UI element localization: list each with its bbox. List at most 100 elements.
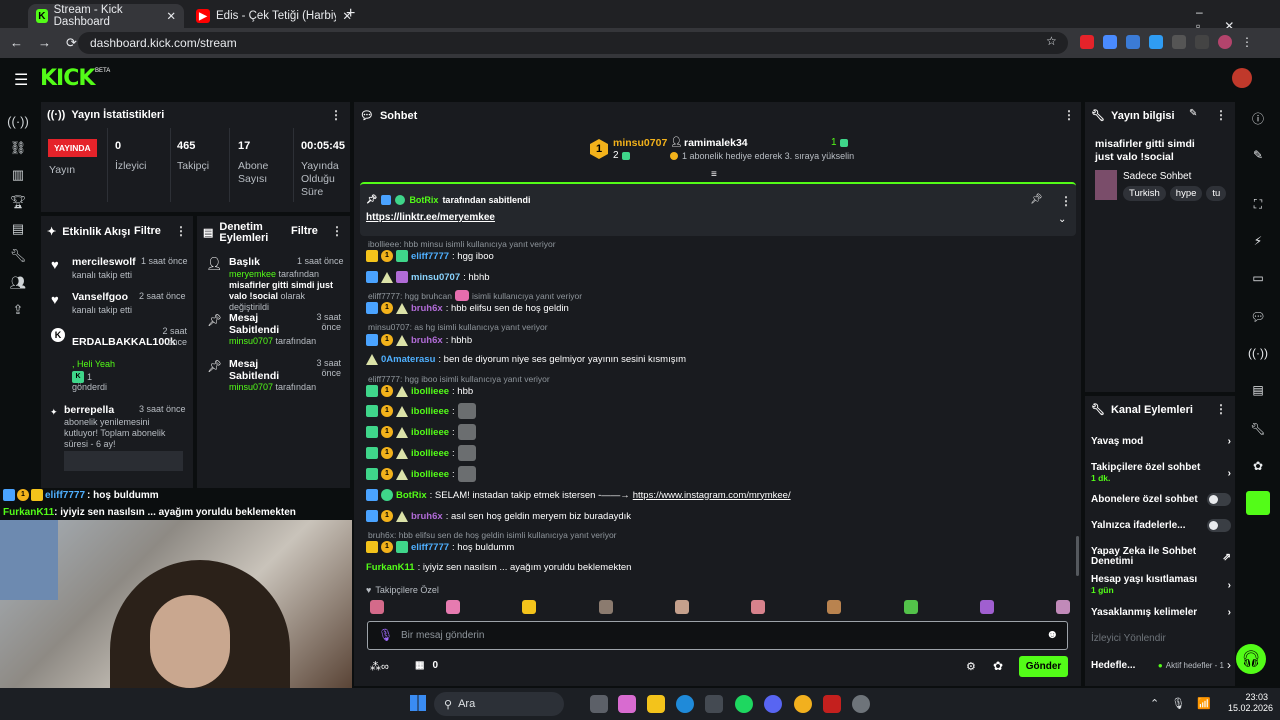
more-options-icon[interactable]: ⋮ [1063,108,1075,122]
more-options-icon[interactable]: ⋮ [1060,194,1072,208]
mod-tools-icon[interactable]: ✿ [993,659,1003,673]
tab-youtube[interactable]: ▶ Edis - Çek Tetiği (Harbiye Live'2 ✕ [188,4,360,28]
edit-icon[interactable]: ✎ [1250,147,1266,163]
ai-moderation-row[interactable]: Yapay Zeka ile Sohbet Denetimi ⇗ [1091,545,1231,569]
points-icon[interactable]: ⁂∞ [370,660,389,673]
subs-only-toggle[interactable] [1207,493,1231,506]
emote[interactable] [446,600,461,614]
category-name[interactable]: Sadece Sohbet [1123,171,1191,182]
expand-screen-icon[interactable]: ⛶ [1250,196,1266,212]
emote[interactable] [979,600,994,614]
broadcast-icon[interactable]: ((·)) [1248,345,1268,361]
activity-user[interactable]: Vanselfgoo [72,291,128,303]
gift-counter[interactable]: ▦ 0 [415,660,438,671]
more-options-icon[interactable]: ⋮ [331,224,343,238]
stream-icon[interactable]: ((·)) [7,112,29,130]
emotes-only-toggle[interactable] [1207,519,1231,532]
filter-button[interactable]: Filtre [291,225,318,237]
settings-gear-icon[interactable]: ⚙ [966,660,976,673]
hamburger-menu-icon[interactable]: ☰ [14,70,28,90]
app-icon[interactable] [1246,491,1270,515]
puzzle-icon[interactable] [1172,35,1186,49]
clock[interactable]: 23:03 15.02.2026 [1228,692,1273,714]
extension-icon[interactable] [1103,35,1117,49]
subs-only-row[interactable]: Abonelere özel sohbet [1091,493,1231,506]
reading-list-icon[interactable] [1195,35,1209,49]
kick-logo[interactable]: KICK [40,66,95,91]
link-icon[interactable]: ⛓ [9,139,27,157]
emotes-only-row[interactable]: Yalnızca ifadelerle... [1091,519,1231,532]
profile-avatar-icon[interactable] [1218,35,1232,49]
windows-start-icon[interactable] [410,695,426,711]
edge-icon[interactable] [676,695,694,713]
goals-row[interactable]: Hedefle... ● Aktif hedefler - 1 › [1091,658,1231,672]
wrench-icon[interactable]: 🔧︎ [9,247,27,265]
more-options-icon[interactable]: ⋮ [1215,108,1227,122]
activity-user[interactable]: berrepella [64,404,114,416]
info-icon[interactable]: ⓘ [1250,110,1266,126]
chrome-icon[interactable] [794,695,812,713]
emote[interactable] [1055,600,1070,614]
spotify-icon[interactable] [735,695,753,713]
top-gifter-name[interactable]: ramimalek34 [684,137,748,149]
slow-mode-row[interactable]: Yavaş mod › [1091,436,1231,447]
extension-icon[interactable] [1126,35,1140,49]
pinned-link[interactable]: https://linktr.ee/meryemkee [366,212,495,223]
close-tab-icon[interactable]: ✕ [166,9,176,23]
trophy-icon[interactable]: 🏆︎ [9,193,27,211]
wrench-icon[interactable]: 🔧︎ [1250,421,1266,437]
discord-icon[interactable] [764,695,782,713]
extension-icon[interactable] [1149,35,1163,49]
emote[interactable] [522,600,537,614]
system-tray[interactable]: ⌃🎙︎📶 [1150,697,1223,710]
emote[interactable] [674,600,689,614]
emote[interactable] [827,600,842,614]
url-input[interactable]: dashboard.kick.com/stream [78,32,1068,54]
user-avatar[interactable] [1232,68,1252,88]
tab-kick-dashboard[interactable]: K Stream - Kick Dashboard ✕ [28,4,184,28]
account-age-row[interactable]: Hesap yaşı kısıtlaması 1 gün › [1091,573,1231,597]
emote[interactable] [598,600,613,614]
more-options-icon[interactable]: ⋮ [1215,402,1227,416]
chat-input[interactable]: 🎙︎ Bir mesaj gönderin ☻ [367,621,1068,650]
emote[interactable] [751,600,766,614]
support-headset-icon[interactable]: 🎧︎ [1236,644,1266,674]
bookmark-star-icon[interactable]: ☆ [1046,34,1057,48]
host-viewers-row[interactable]: İzleyici Yönlendir [1091,633,1231,644]
expand-icon[interactable]: ≡ [711,169,717,180]
followers-only-row[interactable]: Takipçilere özel sohbet 1 dk. › [1091,461,1231,485]
new-tab-icon[interactable]: + [346,5,355,23]
banned-words-row[interactable]: Yasaklanmış kelimeler › [1091,607,1231,618]
more-options-icon[interactable]: ⋮ [175,224,187,238]
emoji-icon[interactable]: ☻ [1046,627,1059,641]
document-icon[interactable]: ▭ [1250,270,1266,286]
send-button[interactable]: Gönder [1019,656,1068,677]
filter-button[interactable]: Filtre [134,225,161,237]
tag[interactable]: Turkish [1123,186,1166,201]
copilot-icon[interactable] [618,695,636,713]
lightning-icon[interactable]: ⚡︎ [1250,233,1266,249]
unpin-icon[interactable]: 📌︎ [1030,194,1043,205]
microphone-icon[interactable]: 🎙︎ [378,628,393,642]
users-icon[interactable]: 👥︎ [9,274,27,292]
taskbar-search[interactable]: ⚲ Ara [434,692,564,716]
steam-icon[interactable] [852,695,870,713]
store-icon[interactable] [705,695,723,713]
emote[interactable] [903,600,918,614]
library-icon[interactable]: ▤ [9,220,27,238]
app-icon[interactable] [823,695,841,713]
tag[interactable]: hype [1169,186,1203,201]
layers-icon[interactable]: ▤ [1250,382,1266,398]
top-gifter-name[interactable]: minsu0707 [613,137,667,149]
file-explorer-icon[interactable] [647,695,665,713]
browser-menu-icon[interactable]: ⋮ [1241,35,1253,49]
extension-icon[interactable] [1080,35,1094,49]
mod-tools-icon[interactable]: ✿ [1250,458,1266,474]
chat-scrollbar[interactable] [1076,536,1079,576]
tag[interactable]: tu [1206,186,1227,201]
emote[interactable] [370,600,384,614]
chat-link[interactable]: https://www.instagram.com/mrymkee/ [633,490,791,501]
more-options-icon[interactable]: ⋮ [330,108,342,122]
chat-bubble-icon[interactable]: 💬︎ [1250,309,1266,325]
chevron-down-icon[interactable]: ⌄ [1058,214,1066,225]
